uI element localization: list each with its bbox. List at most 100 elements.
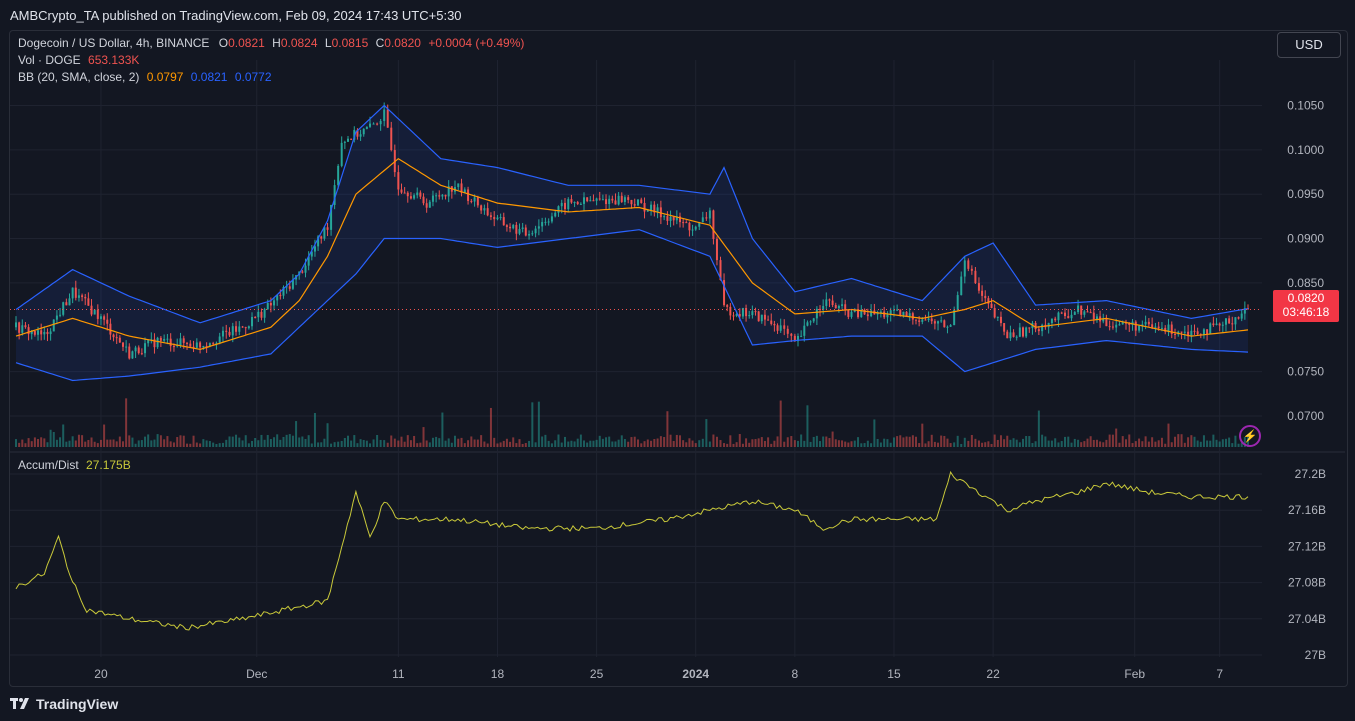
candle-body (595, 198, 598, 201)
candle-body (179, 338, 182, 346)
volume-bar (55, 439, 58, 447)
ad-legend[interactable]: Accum/Dist 27.175B (18, 458, 131, 472)
volume-bar (68, 440, 71, 447)
candle-body (480, 205, 483, 211)
volume-bar (365, 440, 368, 447)
candle-body (1054, 318, 1057, 321)
candle-body (1009, 332, 1012, 339)
volume-bar (949, 443, 952, 447)
candle-body (1115, 324, 1118, 328)
candle-body (1193, 330, 1196, 332)
volume-bar (614, 441, 617, 447)
bb-legend[interactable]: BB (20, SMA, close, 2) 0.0797 0.0821 0.0… (18, 70, 272, 84)
volume-bar (263, 439, 266, 447)
volume-bar (646, 439, 649, 447)
candle-body (1063, 312, 1066, 317)
volume-bar (1202, 435, 1205, 447)
candle-body (1089, 312, 1092, 314)
candle-body (1070, 314, 1073, 319)
volume-bar (698, 440, 701, 447)
candle-body (103, 316, 106, 320)
candle-body (984, 295, 987, 299)
candle-body (850, 311, 853, 317)
candle-body (231, 326, 234, 336)
volume-bar (650, 440, 653, 447)
volume-bar (288, 434, 291, 447)
candle-body (1060, 312, 1063, 314)
volume-bar (831, 431, 834, 447)
volume-bar (685, 442, 688, 447)
candle-body (49, 331, 52, 335)
brand-footer[interactable]: TradingView (10, 696, 118, 712)
candle-body (620, 195, 623, 202)
volume-bar (806, 405, 809, 447)
volume-bar (1144, 436, 1147, 447)
volume-bar (1025, 435, 1028, 447)
volume-bar (1121, 436, 1124, 447)
volume-bar (956, 435, 959, 447)
volume-bar (1124, 439, 1127, 447)
lightning-icon[interactable]: ⚡ (1239, 425, 1261, 447)
candle-body (134, 347, 137, 352)
candle-body (24, 325, 27, 328)
candle-body (812, 318, 815, 322)
volume-bar (534, 442, 537, 447)
volume-bar (850, 441, 853, 447)
candle-body (863, 309, 866, 315)
symbol-legend[interactable]: Dogecoin / US Dollar, 4h, BINANCE O0.082… (18, 36, 524, 50)
volume-bar (310, 443, 313, 447)
candle-body (911, 313, 914, 320)
candle-body (397, 172, 400, 190)
volume-bar (1134, 441, 1137, 447)
candle-body (1180, 331, 1183, 333)
volume-bar (800, 434, 803, 447)
candle-body (899, 309, 902, 316)
volume-bar (544, 434, 547, 447)
candle-body (1025, 327, 1028, 337)
volume-bar (202, 439, 205, 447)
candle-body (403, 192, 406, 194)
candle-body (87, 298, 90, 306)
volume-bar (960, 443, 963, 447)
candle-body (960, 276, 963, 296)
candle-body (1209, 323, 1212, 335)
currency-button[interactable]: USD (1277, 32, 1341, 58)
bb-lower-value: 0.0772 (234, 70, 272, 84)
candle-body (573, 202, 576, 204)
volume-bar (908, 436, 911, 447)
volume-legend[interactable]: Vol · DOGE 653.133K (18, 53, 139, 67)
volume-bar (883, 438, 886, 447)
volume-bar (383, 440, 386, 447)
candle-body (438, 195, 441, 197)
volume-bar (899, 435, 902, 447)
volume-bar (343, 438, 346, 447)
candle-body (59, 314, 62, 316)
volume-bar (1009, 439, 1012, 447)
ad-y-tick-label: 27.08B (1288, 576, 1326, 590)
volume-bar (400, 436, 403, 447)
volume-bar (927, 441, 930, 447)
chart-svg[interactable]: 0.1050 0.1000 0.0950 0.0900 0.0850 0.0750 0.07… (0, 0, 1355, 721)
candle-body (786, 328, 789, 334)
volume-bar (27, 438, 30, 447)
x-tick-label: 8 (792, 667, 799, 681)
volume-bar (946, 438, 949, 447)
volume-bar (726, 443, 729, 447)
volume-bar (304, 438, 307, 447)
candle-body (81, 295, 84, 297)
candle-body (260, 311, 263, 318)
volume-bar (359, 439, 362, 447)
volume-bar (140, 440, 143, 447)
volume-bar (915, 436, 918, 447)
volume-bar (576, 438, 579, 447)
volume-bar (330, 443, 333, 447)
candle-body (712, 210, 715, 239)
volume-bar (987, 441, 990, 447)
volume-bar (493, 437, 496, 447)
candle-body (43, 331, 46, 335)
bb-label: BB (20, SMA, close, 2) (18, 70, 140, 84)
volume-bar (1206, 440, 1209, 447)
candle-body (779, 325, 782, 331)
volume-bar (902, 437, 905, 447)
candle-body (431, 195, 434, 202)
